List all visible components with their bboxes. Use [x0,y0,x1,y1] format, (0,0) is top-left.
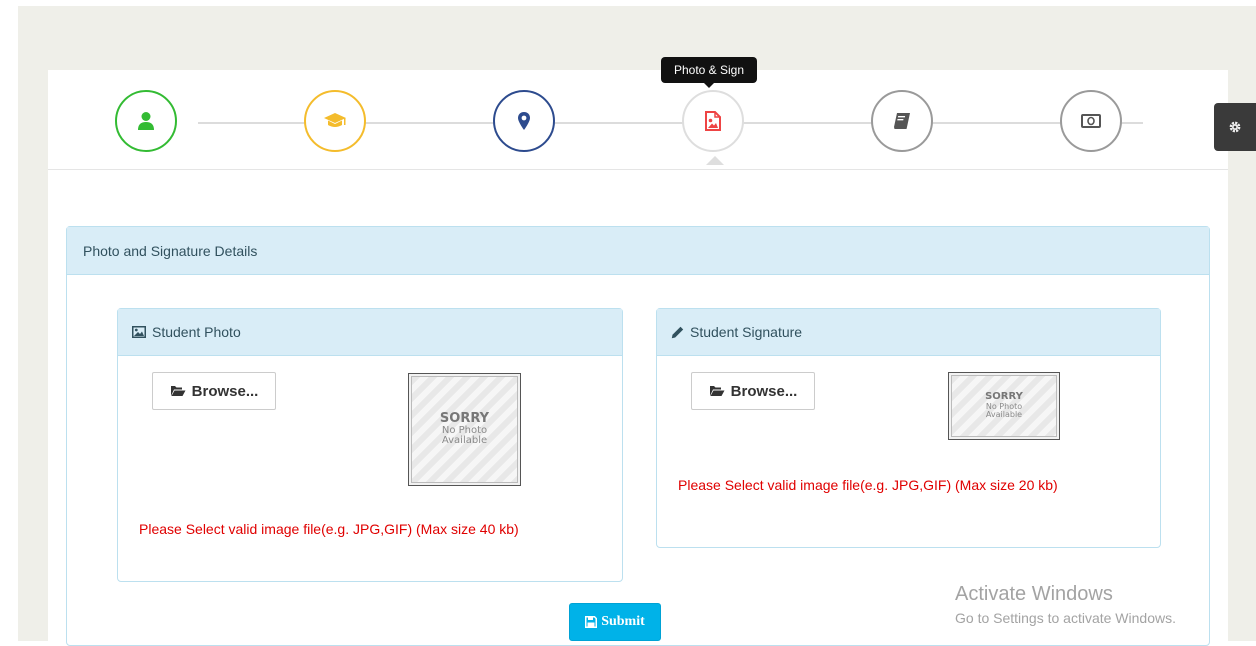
wizard-step-payment[interactable] [1060,90,1122,152]
student-photo-title: Student Photo [152,324,241,340]
placeholder-available-text: Available [441,435,488,447]
wizard-step-address[interactable] [493,90,555,152]
user-icon [138,112,154,130]
floppy-disk-icon [585,616,598,628]
gear-icon [1229,121,1241,133]
photo-placeholder-image: SORRY No Photo Available [408,373,521,486]
money-icon [1081,114,1101,128]
student-signature-panel: Student Signature Browse... SORRY No Pho… [656,308,1161,548]
signature-size-hint: Please Select valid image file(e.g. JPG,… [678,477,1058,493]
placeholder-sorry-text: SORRY [439,411,490,427]
watermark-subtitle: Go to Settings to activate Windows. [955,610,1176,626]
pencil-icon [671,326,684,338]
image-file-icon [705,111,721,131]
student-signature-heading: Student Signature [657,309,1160,356]
graduation-cap-icon [324,113,346,127]
student-signature-title: Student Signature [690,324,803,340]
wizard-step-documents[interactable] [871,90,933,152]
folder-open-icon [709,386,725,396]
folder-open-icon [170,386,186,396]
step-tooltip: Photo & Sign [661,57,757,88]
photo-browse-label: Browse... [191,382,259,400]
submit-label: Submit [601,614,645,629]
book-icon [894,113,910,129]
student-photo-panel: Student Photo Browse... SORRY No Photo A… [117,308,623,582]
signature-browse-label: Browse... [730,382,798,400]
placeholder-available-text: Available [985,410,1023,420]
wizard-step-education[interactable] [304,90,366,152]
signature-browse-button[interactable]: Browse... [691,372,815,410]
wizard-step-personal[interactable] [115,90,177,152]
submit-button[interactable]: Submit [569,603,661,641]
settings-toggle[interactable] [1214,103,1256,151]
picture-icon [132,326,146,338]
photo-size-hint: Please Select valid image file(e.g. JPG,… [139,521,519,537]
map-marker-icon [518,112,530,130]
watermark-title: Activate Windows [955,583,1113,605]
student-photo-heading: Student Photo [118,309,622,356]
wizard-separator [48,169,1228,170]
panel-title: Photo and Signature Details [67,227,1209,275]
wizard-step-photo-sign[interactable] [682,90,744,165]
signature-placeholder-image: SORRY No Photo Available [948,372,1060,440]
photo-browse-button[interactable]: Browse... [152,372,276,410]
activate-windows-watermark: Activate Windows Go to Settings to activ… [955,583,1176,626]
